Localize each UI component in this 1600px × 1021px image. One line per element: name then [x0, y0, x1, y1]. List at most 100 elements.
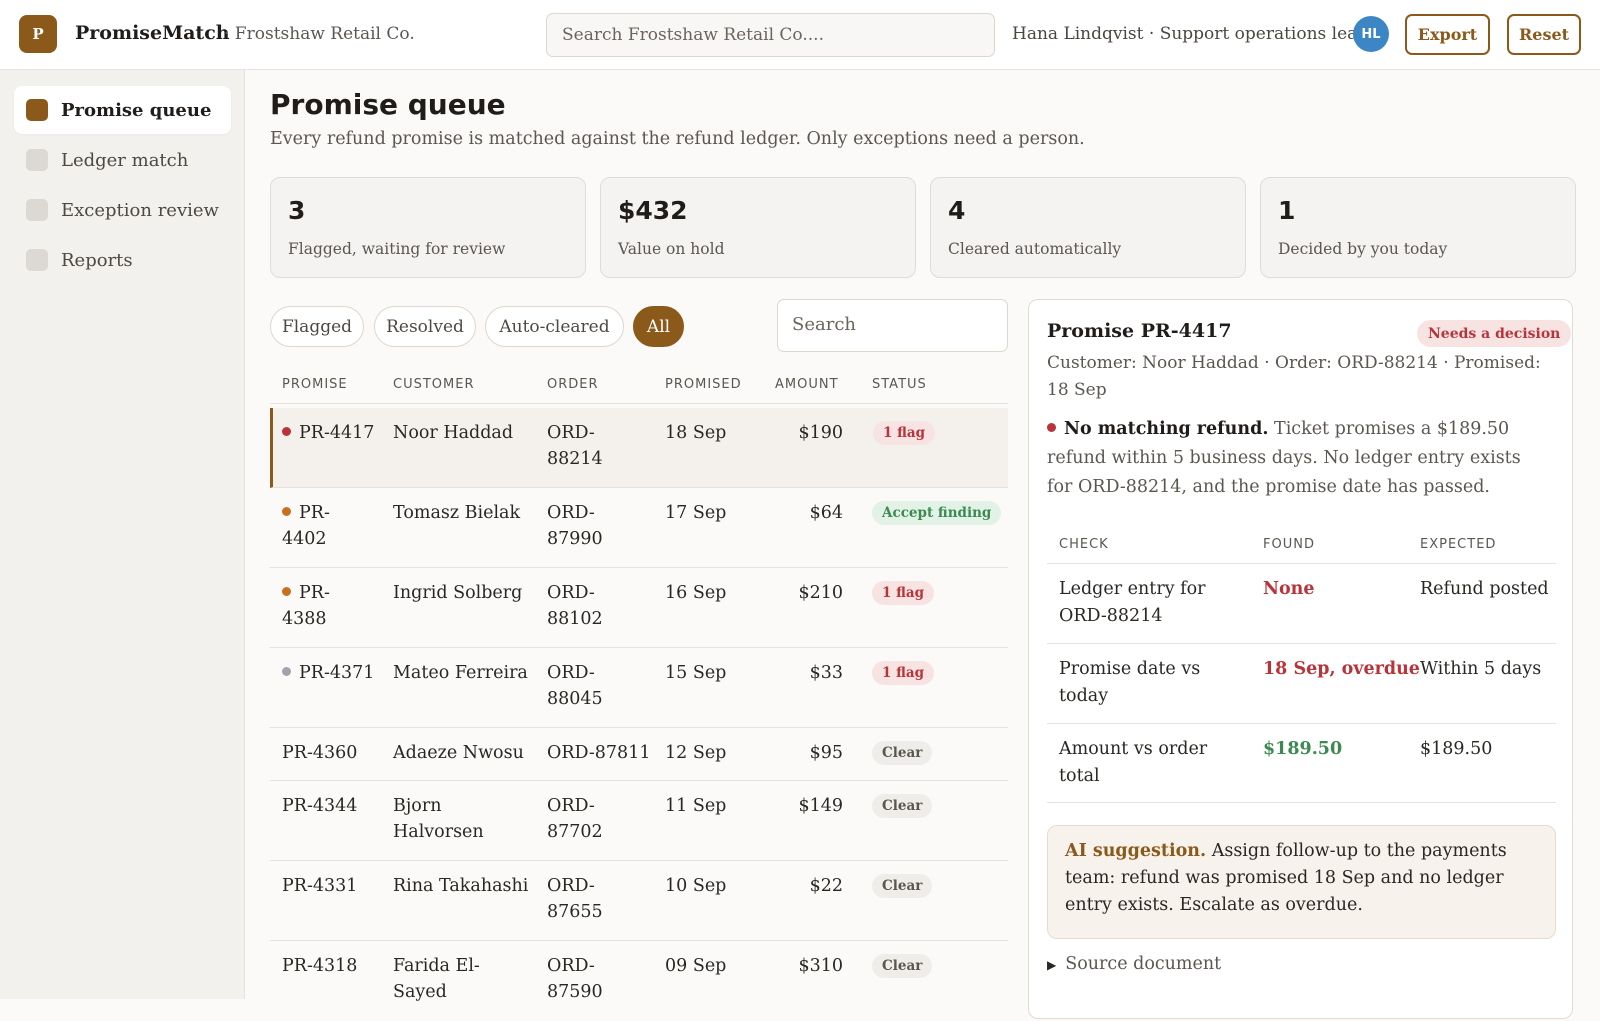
status-badge: Clear [872, 954, 933, 978]
cell-order: ORD-87702 [547, 796, 603, 842]
cell-order: ORD-87590 [547, 956, 603, 1002]
cell-promise: PR-4402 [282, 500, 352, 552]
cell-amount: $22 [809, 876, 843, 896]
table-row[interactable]: PR-4402 Tomasz Bielak ORD-87990 17 Sep $… [270, 488, 1008, 568]
sidebar-item-label: Ledger match [61, 149, 189, 171]
filter-chip-flagged[interactable]: Flagged [270, 306, 364, 347]
sidebar-item-label: Exception review [61, 199, 219, 221]
promise-id: PR-4371 [299, 663, 375, 683]
column-header-amount[interactable]: AMOUNT [775, 377, 839, 392]
status-dot-icon [282, 667, 291, 676]
cell-customer: Farida El-Sayed [393, 956, 480, 1002]
status-dot-icon [282, 507, 291, 516]
check-expected: Refund posted [1420, 579, 1549, 599]
table-search-input[interactable]: Search [777, 299, 1008, 352]
sidebar-item-label: Promise queue [61, 99, 212, 121]
ai-suggestion-title: AI suggestion. [1065, 841, 1207, 861]
cell-order: ORD-87655 [547, 876, 603, 922]
filter-chip-all[interactable]: All [633, 306, 684, 347]
check-name: Promise date vs today [1059, 659, 1201, 706]
table-header-divider [270, 403, 1008, 404]
table-row[interactable]: PR-4417 Noor Haddad ORD-88214 18 Sep $19… [270, 408, 1008, 488]
top-bar: P PromiseMatch · Frostshaw Retail Co. Se… [0, 0, 1600, 70]
user-label: Hana Lindqvist · Support operations lead [1012, 24, 1369, 44]
kpi-card-cleared: 4 Cleared automatically [930, 177, 1246, 278]
cell-promised: 12 Sep [665, 743, 727, 763]
kpi-card-decided: 1 Decided by you today [1260, 177, 1576, 278]
check-row: Amount vs order total $189.50 $189.50 [1047, 723, 1556, 803]
cell-customer: Bjorn Halvorsen [393, 796, 484, 842]
sidebar-item-promise-queue[interactable]: Promise queue [14, 86, 231, 134]
check-expected: $189.50 [1420, 739, 1493, 759]
cell-promise: PR-4371 [282, 660, 387, 686]
cell-promise: PR-4318 [282, 956, 358, 976]
reset-button[interactable]: Reset [1507, 14, 1581, 55]
status-dot-icon [282, 587, 291, 596]
detail-title: Promise PR-4417 [1047, 320, 1232, 342]
cell-customer: Ingrid Solberg [393, 583, 523, 603]
cell-promise: PR-4417 [282, 420, 387, 446]
status-dot-icon [282, 427, 291, 436]
filter-chip-auto-cleared[interactable]: Auto-cleared [485, 306, 624, 347]
check-found: None [1263, 579, 1315, 599]
kpi-label: Decided by you today [1278, 240, 1448, 258]
cell-order: ORD-88214 [547, 423, 603, 469]
cell-promised: 15 Sep [665, 663, 727, 683]
kpi-value: 3 [288, 196, 306, 225]
cell-amount: $190 [798, 423, 843, 443]
filter-chip-resolved[interactable]: Resolved [374, 306, 476, 347]
nav-square-icon [26, 249, 48, 271]
avatar[interactable]: HL [1353, 16, 1389, 52]
table-row[interactable]: PR-4318 Farida El-Sayed ORD-87590 09 Sep… [270, 941, 1008, 1021]
promise-detail-panel: Promise PR-4417 Needs a decision Custome… [1028, 299, 1573, 1019]
kpi-label: Value on hold [618, 240, 725, 258]
detail-meta: Customer: Noor Haddad · Order: ORD-88214… [1047, 353, 1541, 400]
cell-customer: Adaeze Nwosu [393, 743, 524, 763]
global-search-input[interactable]: Search Frostshaw Retail Co.... [546, 13, 995, 57]
export-button[interactable]: Export [1405, 14, 1490, 55]
table-row[interactable]: PR-4344 Bjorn Halvorsen ORD-87702 11 Sep… [270, 781, 1008, 861]
check-found: 18 Sep, overdue [1263, 659, 1420, 679]
column-header-promised[interactable]: PROMISED [665, 377, 742, 392]
finding: No matching refund. Ticket promises a $1… [1047, 415, 1547, 502]
kpi-card-value-on-hold: $432 Value on hold [600, 177, 916, 278]
cell-promise: PR-4344 [282, 796, 358, 816]
page-subtitle: Every refund promise is matched against … [270, 129, 1085, 149]
table-row[interactable]: PR-4371 Mateo Ferreira ORD-88045 15 Sep … [270, 648, 1008, 728]
cell-order: ORD-88045 [547, 663, 603, 709]
sidebar-item-label: Reports [61, 249, 133, 271]
status-badge: Clear [872, 794, 933, 818]
column-header-customer[interactable]: CUSTOMER [393, 377, 474, 392]
app-logo: P [19, 15, 57, 53]
table-row[interactable]: PR-4360 Adaeze Nwosu ORD-87811 12 Sep $9… [270, 728, 1008, 781]
sidebar-item-exception-review[interactable]: Exception review [14, 186, 231, 234]
status-badge: 1 flag [872, 581, 935, 605]
cell-promised: 16 Sep [665, 583, 727, 603]
sidebar-item-ledger-match[interactable]: Ledger match [14, 136, 231, 184]
kpi-value: 4 [948, 196, 966, 225]
check-name: Amount vs order total [1059, 739, 1208, 786]
status-badge: 1 flag [872, 661, 935, 685]
finding-title: No matching refund. [1064, 419, 1269, 439]
column-header-order[interactable]: ORDER [547, 377, 599, 392]
status-badge: Accept finding [872, 501, 1002, 525]
nav-square-icon [26, 199, 48, 221]
disclosure-triangle-icon: ▶ [1047, 958, 1057, 972]
cell-amount: $33 [809, 663, 843, 683]
column-header-status[interactable]: STATUS [872, 377, 927, 392]
cell-promised: 11 Sep [665, 796, 727, 816]
cell-customer: Noor Haddad [393, 423, 514, 443]
cell-order: ORD-88102 [547, 583, 603, 629]
column-header-promise[interactable]: PROMISE [282, 377, 348, 392]
table-row[interactable]: PR-4331 Rina Takahashi ORD-87655 10 Sep … [270, 861, 1008, 941]
sidebar-item-reports[interactable]: Reports [14, 236, 231, 284]
status-badge: Clear [872, 741, 933, 765]
cell-promise: PR-4360 [282, 743, 358, 763]
found-column-header: FOUND [1263, 537, 1315, 552]
table-row[interactable]: PR-4388 Ingrid Solberg ORD-88102 16 Sep … [270, 568, 1008, 648]
cell-customer: Rina Takahashi [393, 876, 529, 896]
promise-id: PR-4417 [299, 423, 375, 443]
sidebar: Promise queue Ledger match Exception rev… [0, 70, 245, 999]
source-document-toggle[interactable]: ▶ Source document [1047, 954, 1221, 974]
cell-customer: Tomasz Bielak [393, 503, 521, 523]
